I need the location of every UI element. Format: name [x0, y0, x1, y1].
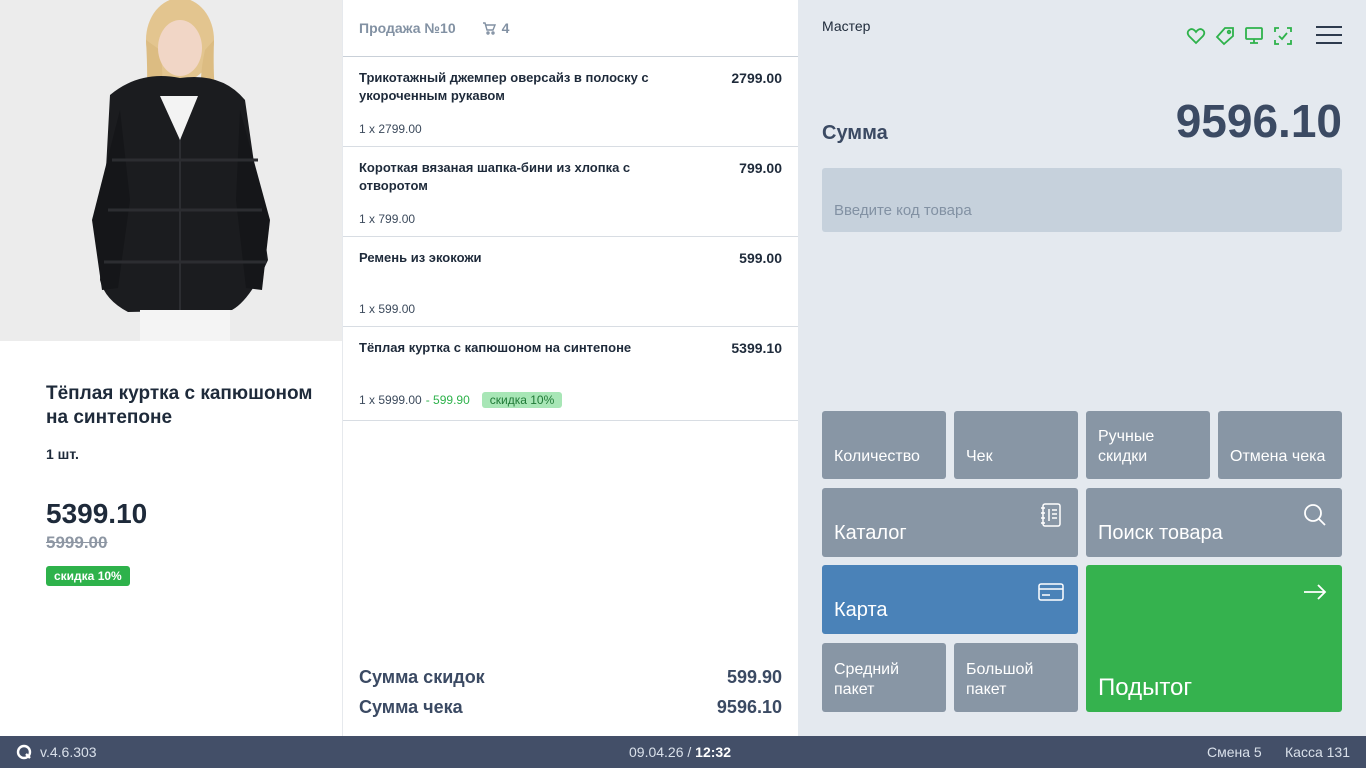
line-calc-text: 1 x 5999.00 — [359, 393, 422, 407]
search-product-label: Поиск товара — [1098, 522, 1223, 544]
terminal-icon[interactable] — [1244, 26, 1264, 46]
receipt-panel: Продажа №10 4 Трикотажный джемпер оверса… — [342, 0, 798, 736]
app-logo-icon — [16, 744, 32, 760]
summary-discount-row: Сумма скидок 599.90 — [359, 662, 782, 692]
product-price: 5399.10 — [46, 498, 148, 529]
line-total: 799.00 — [739, 160, 782, 176]
product-old-price: 5999.00 — [46, 533, 108, 552]
receipt-line[interactable]: Трикотажный джемпер оверсайз в полоску с… — [343, 57, 798, 147]
quantity-button-label: Количество — [834, 448, 920, 465]
line-calc: 1 x 5999.00 - 599.90 скидка 10% — [359, 392, 563, 408]
receipt-line[interactable]: Тёплая куртка с капюшоном на синтепоне 5… — [343, 327, 798, 421]
scan-icon[interactable] — [1273, 26, 1293, 46]
cancel-receipt-button[interactable]: Отмена чека — [1218, 411, 1342, 479]
line-name: Короткая вязаная шапка-бини из хлопка с … — [359, 160, 631, 193]
line-calc: 1 x 2799.00 — [359, 122, 422, 136]
line-total: 5399.10 — [731, 340, 782, 356]
line-calc-text: 1 x 799.00 — [359, 212, 416, 226]
receipt-line[interactable]: Короткая вязаная шапка-бини из хлопка с … — [343, 147, 798, 237]
status-bar: v.4.6.303 09.04.26 / 12:32 Смена 5 Касса… — [0, 736, 1366, 768]
line-calc: 1 x 599.00 — [359, 302, 415, 316]
cart-count: 4 — [501, 20, 510, 36]
receipt-line[interactable]: Ремень из экокожи 599.00 1 x 599.00 — [343, 237, 798, 327]
card-button[interactable]: Карта — [822, 565, 1078, 634]
receipt-button[interactable]: Чек — [954, 411, 1078, 479]
summary-discount-value: 599.90 — [726, 666, 782, 687]
menu-icon[interactable] — [1316, 26, 1342, 46]
discount-badge: скидка 10% — [46, 566, 130, 586]
line-calc-text: 1 x 2799.00 — [359, 122, 422, 136]
search-icon — [1304, 504, 1326, 526]
summary-total-label: Сумма чека — [359, 696, 463, 717]
card-icon — [1038, 583, 1064, 601]
line-name: Трикотажный джемпер оверсайз в полоску с… — [359, 70, 649, 103]
status-icons — [1186, 26, 1293, 46]
line-total: 599.00 — [739, 250, 782, 266]
cart-icon — [482, 21, 496, 35]
arrow-right-icon — [1304, 584, 1327, 600]
receipt-header: Продажа №10 4 — [343, 0, 798, 57]
subtotal-button-label: Подытог — [1098, 674, 1193, 701]
catalog-icon — [1041, 503, 1061, 527]
medium-bag-label: Средний пакет — [834, 661, 900, 698]
date: 09.04.26 — [629, 744, 684, 760]
cart-counter: 4 — [482, 20, 510, 36]
product-code-input[interactable] — [822, 168, 1342, 232]
cancel-receipt-label: Отмена чека — [1230, 448, 1326, 465]
manual-discounts-button[interactable]: Ручные скидки — [1086, 411, 1210, 479]
line-total: 2799.00 — [731, 70, 782, 86]
summary-discount-label: Сумма скидок — [359, 666, 485, 687]
kassa-label: Касса 131 — [1285, 744, 1350, 760]
shift-label: Смена 5 — [1207, 744, 1262, 760]
summary-total-row: Сумма чека 9596.10 — [359, 692, 782, 722]
product-image — [0, 0, 342, 341]
catalog-button-label: Каталог — [834, 522, 907, 544]
line-name: Ремень из экокожи — [359, 250, 482, 265]
line-calc: 1 x 799.00 — [359, 212, 415, 226]
line-name: Тёплая куртка с капюшоном на синтепоне — [359, 340, 632, 355]
app-version: v.4.6.303 — [40, 744, 97, 760]
date-time: 09.04.26 / 12:32 — [629, 744, 731, 760]
large-bag-label: Большой пакет — [966, 661, 1034, 698]
summary-total-value: 9596.10 — [716, 696, 782, 717]
quantity-button[interactable]: Количество — [822, 411, 946, 479]
sum-value: 9596.10 — [1175, 95, 1342, 147]
cash-panel: Мастер Сумма 9596.10 Количество Чек Ручн… — [798, 0, 1366, 736]
line-discount-badge: скидка 10% — [481, 392, 563, 408]
medium-bag-button[interactable]: Средний пакет — [822, 643, 946, 712]
subtotal-button[interactable]: Подытог — [1086, 565, 1342, 712]
catalog-button[interactable]: Каталог — [822, 488, 1078, 557]
receipt-summary: Сумма скидок 599.90 Сумма чека 9596.10 — [359, 662, 782, 722]
date-separator: / — [687, 744, 692, 760]
receipt-button-label: Чек — [966, 448, 993, 465]
product-photo — [0, 0, 342, 341]
product-qty: 1 шт. — [46, 446, 79, 462]
heart-icon[interactable] — [1186, 26, 1206, 46]
user-name: Мастер — [822, 18, 871, 34]
tag-icon[interactable] — [1215, 26, 1235, 46]
large-bag-button[interactable]: Большой пакет — [954, 643, 1078, 712]
line-calc-text: 1 x 599.00 — [359, 302, 416, 316]
product-name: Тёплая куртка с капюшоном на синтепоне — [46, 383, 313, 428]
sum-label: Сумма — [822, 122, 888, 144]
time: 12:32 — [695, 744, 731, 760]
product-panel: Тёплая куртка с капюшоном на синтепоне 1… — [0, 0, 342, 736]
card-button-label: Карта — [834, 599, 888, 621]
line-discount-amount: - 599.90 — [425, 393, 470, 407]
manual-discounts-label: Ручные скидки — [1098, 428, 1155, 465]
receipt-title: Продажа №10 — [359, 20, 456, 36]
search-product-button[interactable]: Поиск товара — [1086, 488, 1342, 557]
